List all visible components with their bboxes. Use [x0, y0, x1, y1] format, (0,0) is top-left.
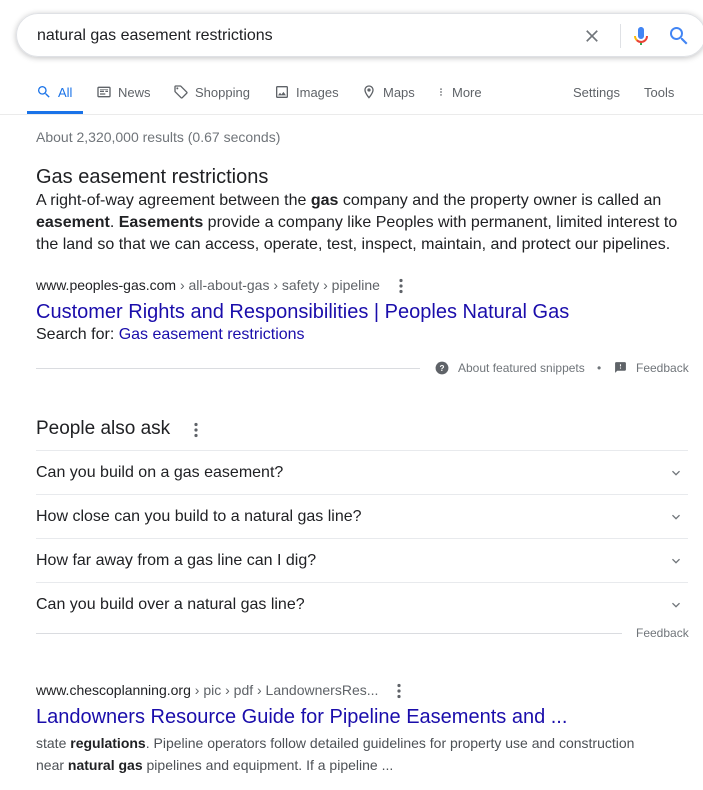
snippet-divider	[36, 368, 420, 369]
paa-question-text: Can you build on a gas easement?	[36, 464, 284, 481]
tab-all[interactable]: All	[36, 84, 72, 100]
featured-snippet-title: Gas easement restrictions	[36, 166, 269, 188]
tab-label: All	[58, 84, 73, 100]
more-options-icon[interactable]	[397, 683, 401, 699]
featured-snippet-body: A right-of-way agreement between the gas…	[36, 192, 678, 253]
search-for-label: Search for:	[36, 326, 119, 343]
paa-question[interactable]: How close can you build to a natural gas…	[36, 494, 688, 538]
tools-label: Tools	[644, 84, 675, 100]
tab-news[interactable]: News	[96, 84, 151, 100]
featured-cite[interactable]: www.peoples-gas.com › all-about-gas › sa…	[36, 277, 380, 293]
result-link[interactable]: Landowners Resource Guide for Pipeline E…	[36, 706, 567, 729]
tab-label: Images	[296, 84, 339, 100]
settings-link[interactable]: Settings	[573, 84, 620, 100]
tabs-divider	[0, 114, 703, 115]
chevron-down-icon	[672, 558, 680, 564]
paa-question-text: How far away from a gas line can I dig?	[36, 552, 317, 569]
feedback-link[interactable]: Feedback	[636, 361, 689, 375]
tab-maps[interactable]: Maps	[361, 84, 415, 100]
featured-result-link[interactable]: Customer Rights and Responsibilities | P…	[36, 301, 569, 324]
paa-divider	[36, 633, 622, 634]
help-icon: ?	[435, 361, 449, 375]
map-pin-icon	[364, 85, 374, 99]
tab-images[interactable]: Images	[274, 84, 339, 100]
tools-link[interactable]: Tools	[644, 84, 674, 100]
chevron-down-icon	[672, 470, 680, 476]
tab-shopping[interactable]: Shopping	[173, 84, 250, 100]
cite-path: › all-about-gas › safety › pipeline	[176, 277, 380, 293]
paa-feedback-link[interactable]: Feedback	[636, 626, 689, 640]
tab-label: News	[118, 84, 151, 100]
paa-question[interactable]: Can you build on a gas easement?	[36, 450, 688, 494]
feedback-icon	[615, 362, 626, 373]
paa-question-text: How close can you build to a natural gas…	[36, 508, 362, 525]
microphone-icon[interactable]	[629, 24, 653, 48]
close-icon[interactable]	[582, 26, 602, 46]
news-icon	[97, 86, 111, 98]
result-stats: About 2,320,000 results (0.67 seconds)	[36, 129, 281, 145]
people-also-ask-title: People also ask	[36, 418, 171, 439]
tag-icon	[174, 85, 188, 99]
tab-label: More	[452, 84, 482, 100]
cite-path: › pic › pdf › LandownersRes...	[190, 682, 379, 698]
chevron-down-icon	[672, 514, 680, 520]
search-for: Search for: Gas easement restrictions	[36, 326, 305, 344]
search-icon	[38, 86, 50, 98]
tab-more[interactable]: More	[436, 84, 482, 100]
tab-label: Shopping	[195, 84, 250, 100]
about-featured-snippets-link[interactable]: About featured snippets	[458, 361, 585, 375]
image-icon	[276, 86, 288, 98]
search-icon[interactable]	[667, 24, 691, 48]
result-snippet-line: near natural gas pipelines and equipment…	[36, 757, 394, 773]
settings-label: Settings	[573, 84, 620, 100]
result-snippet-line: state regulations. Pipeline operators fo…	[36, 735, 635, 751]
tab-label: Maps	[383, 84, 415, 100]
paa-question-text: Can you build over a natural gas line?	[36, 596, 305, 613]
chevron-down-icon	[672, 602, 680, 608]
more-options-icon[interactable]	[399, 278, 403, 294]
more-vert-icon	[440, 88, 442, 96]
bullet-separator: •	[597, 361, 602, 375]
result-cite[interactable]: www.chescoplanning.org › pic › pdf › Lan…	[36, 682, 378, 698]
cite-domain: www.chescoplanning.org	[36, 682, 191, 698]
search-bar[interactable]: natural gas easement restrictions	[16, 13, 703, 57]
result-snippet: state regulations. Pipeline operators fo…	[36, 732, 686, 776]
more-options-icon[interactable]	[194, 422, 198, 438]
search-input[interactable]: natural gas easement restrictions	[37, 27, 273, 45]
svg-text:?: ?	[440, 364, 445, 373]
search-divider	[620, 24, 621, 48]
search-for-link[interactable]: Gas easement restrictions	[119, 326, 305, 343]
paa-question[interactable]: How far away from a gas line can I dig?	[36, 538, 688, 582]
paa-question[interactable]: Can you build over a natural gas line?	[36, 582, 688, 626]
cite-domain: www.peoples-gas.com	[36, 277, 177, 293]
